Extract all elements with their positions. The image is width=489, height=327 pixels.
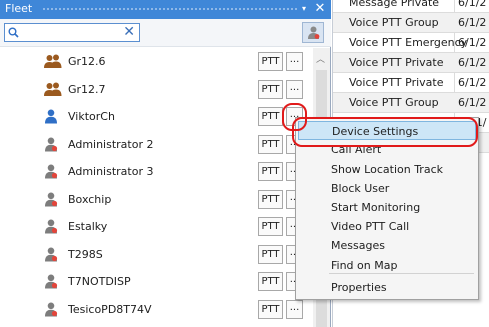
ptt-button[interactable]: PTT [258, 190, 283, 209]
fleet-item-name: TesicoPD8T74V [68, 303, 152, 316]
user-offline-icon [45, 302, 58, 317]
fleet-title: Fleet [5, 2, 33, 15]
fleet-row[interactable]: BoxchipPTT... [0, 186, 313, 215]
call-type: Voice PTT Private [349, 76, 444, 89]
clear-search-icon[interactable]: ✕ [123, 24, 135, 41]
menu-item-label: Block User [331, 182, 390, 195]
call-date: 6/1/2 [458, 56, 487, 69]
ptt-button[interactable]: PTT [258, 217, 283, 236]
menu-item-messages[interactable]: Messages [298, 236, 476, 255]
call-date: 6/1/2 [458, 16, 487, 29]
user-online-icon [45, 109, 57, 124]
call-type: Voice PTT Group [349, 96, 439, 109]
fleet-item-name: Gr12.6 [68, 55, 106, 68]
scroll-up-icon[interactable]: ︿ [316, 52, 325, 65]
group-icon [44, 82, 62, 96]
call-date: 6/1/2 [458, 96, 487, 109]
call-date: 6/1/2 [458, 76, 487, 89]
ptt-button[interactable]: PTT [258, 135, 283, 154]
fleet-item-name: T298S [68, 248, 103, 261]
user-filter-button[interactable] [302, 22, 324, 43]
fleet-item-name: Gr12.7 [68, 83, 106, 96]
menu-item-video-ptt-call[interactable]: Video PTT Call [298, 217, 476, 236]
ptt-button[interactable]: PTT [258, 300, 283, 319]
fleet-item-name: Estalky [68, 220, 108, 233]
call-log-row[interactable]: Message Private 6/1/2 [333, 0, 489, 13]
fleet-row[interactable]: Administrator 3PTT... [0, 158, 313, 187]
menu-item-label: Start Monitoring [331, 201, 421, 214]
menu-item-show-location-track[interactable]: Show Location Track [298, 160, 476, 179]
ptt-button[interactable]: PTT [258, 107, 283, 126]
fleet-row[interactable]: Administrator 2PTT... [0, 131, 313, 160]
fleet-toolbar: ✕ [0, 19, 331, 47]
fleet-row[interactable]: Gr12.7 PTT... [0, 76, 313, 105]
call-log-row[interactable]: Voice PTT Private 6/1/2 [333, 73, 489, 93]
more-options-button[interactable]: ... [286, 52, 303, 71]
fleet-row[interactable]: T298SPTT... [0, 241, 313, 270]
more-options-button[interactable]: ... [286, 300, 303, 319]
ptt-button[interactable]: PTT [258, 80, 283, 99]
ptt-button[interactable]: PTT [258, 162, 283, 181]
fleet-item-name: Boxchip [68, 193, 112, 206]
call-log-row[interactable]: Voice PTT Emergency 6/1/2 [333, 33, 489, 53]
call-log-row[interactable]: Voice PTT Group 6/1/2 [333, 93, 489, 113]
user-offline-icon [45, 219, 58, 234]
context-menu: Device Settings Call Alert Show Location T… [295, 117, 479, 300]
fleet-row[interactable]: EstalkyPTT... [0, 213, 313, 242]
call-log-row[interactable]: Voice PTT Private 6/1/2 [333, 53, 489, 73]
user-filter-icon [308, 26, 320, 39]
more-options-button[interactable]: ... [286, 80, 303, 99]
fleet-row[interactable]: T7NOTDISPPTT... [0, 268, 313, 297]
menu-item-call-alert[interactable]: Call Alert [298, 140, 476, 159]
menu-item-label: Device Settings [332, 125, 419, 138]
fleet-item-name: Administrator 3 [68, 165, 154, 178]
search-box[interactable]: ✕ [4, 23, 140, 42]
ptt-button[interactable]: PTT [258, 272, 283, 291]
search-input[interactable] [23, 25, 119, 40]
call-type: Voice PTT Private [349, 56, 444, 69]
call-type: Voice PTT Emergency [349, 36, 468, 49]
menu-item-label: Messages [331, 239, 385, 252]
call-date: 6/1/2 [458, 0, 487, 9]
menu-item-block-user[interactable]: Block User [298, 179, 476, 198]
pin-dropdown-icon[interactable]: ▾ [297, 1, 311, 17]
call-log-row[interactable]: Voice PTT Group 6/1/2 [333, 13, 489, 33]
menu-item-properties[interactable]: Properties [298, 278, 476, 297]
fleet-panel: Fleet ▾ ✕ ✕ Gr12.6 PTT... Gr12.7 PTT ...… [0, 0, 331, 327]
fleet-item-name: T7NOTDISP [68, 275, 131, 288]
menu-item-label: Call Alert [331, 143, 382, 156]
call-date: 6/1/2 [458, 36, 487, 49]
ptt-button[interactable]: PTT [258, 52, 283, 71]
menu-item-label: Properties [331, 281, 387, 294]
fleet-row[interactable]: Gr12.6 PTT... [0, 48, 313, 77]
user-offline-icon [45, 192, 58, 207]
fleet-item-name: Administrator 2 [68, 138, 154, 151]
fleet-header: Fleet ▾ ✕ [0, 0, 331, 19]
user-offline-icon [45, 274, 58, 289]
group-icon [44, 54, 62, 68]
user-offline-icon [45, 137, 58, 152]
user-offline-icon [45, 164, 58, 179]
menu-item-device-settings[interactable]: Device Settings [298, 121, 476, 140]
call-type: Voice PTT Group [349, 16, 439, 29]
fleet-list: Gr12.6 PTT... Gr12.7 PTT... ViktorCh PTT...… [0, 48, 313, 327]
ptt-button[interactable]: PTT [258, 245, 283, 264]
menu-item-label: Video PTT Call [331, 220, 410, 233]
fleet-row[interactable]: ViktorCh PTT... [0, 103, 313, 132]
search-icon [8, 27, 19, 38]
menu-item-find-on-map[interactable]: Find on Map [298, 256, 476, 275]
menu-item-start-monitoring[interactable]: Start Monitoring [298, 198, 476, 217]
close-icon[interactable]: ✕ [313, 1, 327, 17]
user-offline-icon [45, 247, 58, 262]
menu-item-label: Find on Map [331, 259, 398, 272]
header-grip [42, 7, 297, 12]
fleet-item-name: ViktorCh [68, 110, 115, 123]
menu-item-label: Show Location Track [331, 163, 443, 176]
fleet-row[interactable]: TesicoPD8T74V PTT... [0, 296, 313, 325]
call-type: Message Private [349, 0, 440, 9]
